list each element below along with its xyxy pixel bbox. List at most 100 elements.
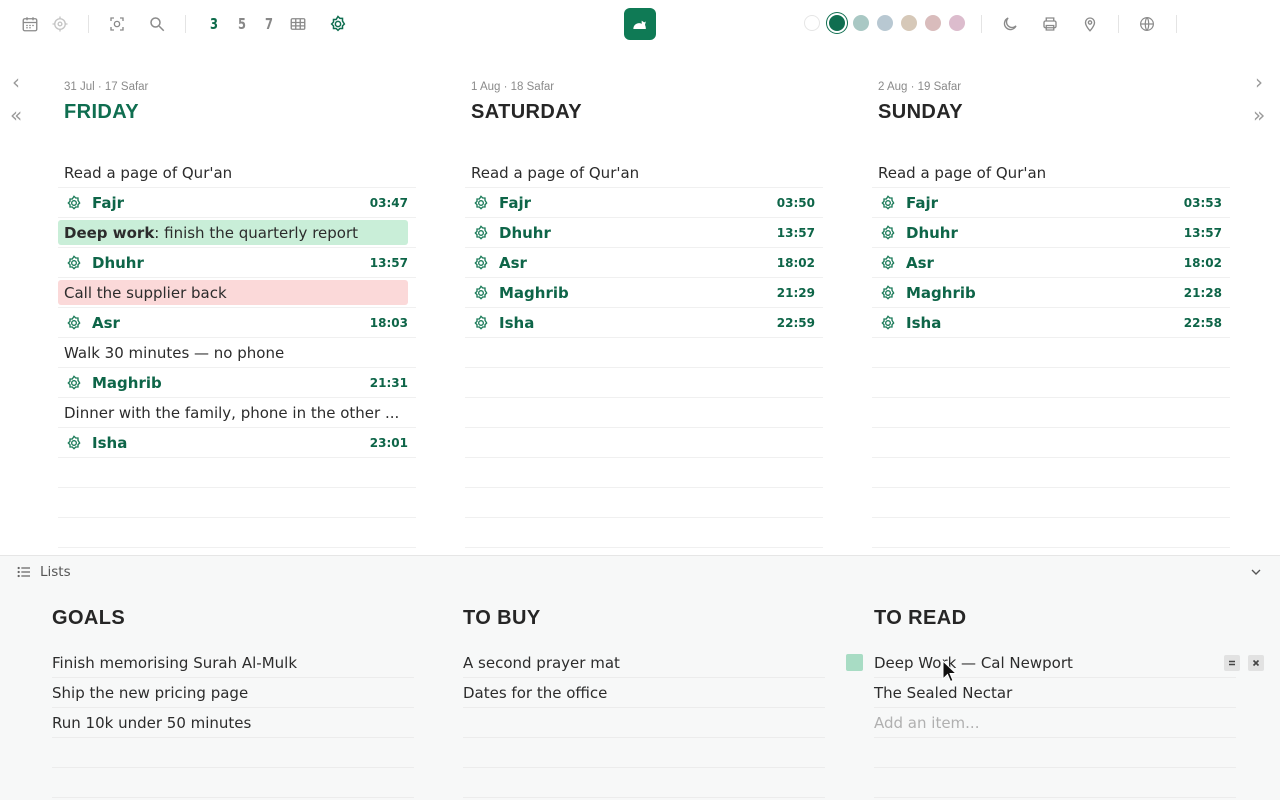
empty-row[interactable]	[465, 518, 823, 548]
note-row[interactable]: Call the supplier back	[58, 278, 416, 308]
list-item[interactable]: A second prayer mat	[463, 648, 825, 678]
empty-row[interactable]	[58, 488, 416, 518]
prayer-row[interactable]: Isha 23:01	[58, 428, 416, 458]
color-swatch-pink[interactable]	[949, 15, 965, 31]
lists-header[interactable]: Lists	[16, 562, 71, 582]
prayer-row[interactable]: Fajr 03:53	[872, 188, 1230, 218]
empty-list-row[interactable]	[874, 768, 1236, 798]
empty-row[interactable]	[872, 338, 1230, 368]
note-row[interactable]: Read a page of Qur'an	[58, 158, 416, 188]
add-item-input[interactable]: Add an item...	[874, 708, 1236, 738]
empty-row[interactable]	[872, 368, 1230, 398]
empty-row[interactable]	[872, 458, 1230, 488]
next-day-icon[interactable]: ›	[1255, 72, 1263, 92]
prayer-time: 03:53	[1183, 195, 1222, 210]
prayer-row[interactable]: Maghrib 21:28	[872, 278, 1230, 308]
note-row[interactable]: Read a page of Qur'an	[465, 158, 823, 188]
note-row[interactable]: Deep work: finish the quarterly report	[58, 218, 416, 248]
prayer-row[interactable]: Isha 22:59	[465, 308, 823, 338]
prayer-row[interactable]: Isha 22:58	[872, 308, 1230, 338]
view-5-days[interactable]: 5	[235, 12, 249, 36]
list-title[interactable]: GOALS	[52, 603, 414, 633]
app-logo[interactable]	[624, 8, 656, 40]
list-item[interactable]: Dates for the office	[463, 678, 825, 708]
prayer-row[interactable]: Fajr 03:50	[465, 188, 823, 218]
day-column-sunday: 2 Aug · 19 Safar SUNDAY Read a page of Q…	[872, 78, 1230, 548]
color-swatch-green[interactable]	[829, 15, 845, 31]
empty-row[interactable]	[465, 428, 823, 458]
prev-day-icon[interactable]: ‹	[12, 72, 20, 92]
note-row[interactable]: Walk 30 minutes — no phone	[58, 338, 416, 368]
empty-row[interactable]	[465, 368, 823, 398]
prayer-row[interactable]: Asr 18:02	[872, 248, 1230, 278]
day-title[interactable]: FRIDAY	[58, 96, 416, 128]
prayer-row[interactable]: Asr 18:03	[58, 308, 416, 338]
prayer-row[interactable]: Dhuhr 13:57	[465, 218, 823, 248]
day-title[interactable]: SATURDAY	[465, 96, 823, 128]
prayer-icon	[880, 224, 896, 241]
empty-list-row[interactable]	[52, 738, 414, 768]
prayer-name: Dhuhr	[499, 223, 551, 242]
empty-row[interactable]	[58, 518, 416, 548]
color-swatch-white[interactable]	[804, 15, 820, 31]
target-icon[interactable]	[48, 12, 72, 36]
note-text: Read a page of Qur'an	[64, 163, 233, 182]
note-content: Read a page of Qur'an	[471, 158, 823, 187]
color-swatch-rose[interactable]	[925, 15, 941, 31]
empty-row[interactable]	[58, 458, 416, 488]
globe-icon[interactable]	[1135, 12, 1159, 36]
empty-row[interactable]	[872, 398, 1230, 428]
prayer-row[interactable]: Fajr 03:47	[58, 188, 416, 218]
scan-icon[interactable]	[105, 12, 129, 36]
list-item[interactable]: Ship the new pricing page	[52, 678, 414, 708]
note-content: Dinner with the family, phone in the oth…	[64, 398, 416, 427]
search-icon[interactable]	[145, 12, 169, 36]
empty-list-row[interactable]	[463, 738, 825, 768]
empty-row[interactable]	[872, 428, 1230, 458]
list-item[interactable]: Finish memorising Surah Al-Mulk	[52, 648, 414, 678]
chevron-down-icon[interactable]	[1248, 564, 1264, 580]
prayer-row[interactable]: Dhuhr 13:57	[872, 218, 1230, 248]
empty-row[interactable]	[872, 518, 1230, 548]
list-item-text: Deep Work — Cal Newport	[874, 653, 1073, 672]
next-week-icon[interactable]: »	[1253, 105, 1265, 125]
empty-list-row[interactable]	[874, 738, 1236, 768]
prayer-row[interactable]: Maghrib 21:29	[465, 278, 823, 308]
notes-icon[interactable]	[1224, 655, 1240, 671]
prayer-row[interactable]: Asr 18:02	[465, 248, 823, 278]
note-row[interactable]: Read a page of Qur'an	[872, 158, 1230, 188]
prev-week-icon[interactable]: «	[10, 105, 22, 125]
grid-icon[interactable]	[286, 12, 310, 36]
close-icon[interactable]	[1248, 655, 1264, 671]
list-title[interactable]: TO BUY	[463, 603, 825, 633]
printer-icon[interactable]	[1038, 12, 1062, 36]
calendar-icon[interactable]	[18, 12, 42, 36]
location-pin-icon[interactable]	[1078, 12, 1102, 36]
list-item[interactable]: The Sealed Nectar	[874, 678, 1236, 708]
view-7-days[interactable]: 7	[262, 12, 276, 36]
day-title[interactable]: SUNDAY	[872, 96, 1230, 128]
list-title[interactable]: TO READ	[874, 603, 1236, 633]
moon-icon[interactable]	[998, 12, 1022, 36]
color-swatch-sage[interactable]	[853, 15, 869, 31]
view-3-days[interactable]: 3	[207, 12, 221, 36]
empty-list-row[interactable]	[52, 768, 414, 798]
empty-row[interactable]	[465, 458, 823, 488]
item-checkbox[interactable]	[846, 654, 863, 671]
note-text: Call the supplier back	[64, 283, 227, 302]
color-swatch-sand[interactable]	[901, 15, 917, 31]
empty-list-row[interactable]	[463, 768, 825, 798]
empty-row[interactable]	[465, 398, 823, 428]
prayer-icon[interactable]	[326, 12, 350, 36]
list-item[interactable]: Run 10k under 50 minutes	[52, 708, 414, 738]
color-swatch-blue[interactable]	[877, 15, 893, 31]
empty-list-row[interactable]	[463, 708, 825, 738]
note-row[interactable]: Dinner with the family, phone in the oth…	[58, 398, 416, 428]
empty-row[interactable]	[872, 488, 1230, 518]
prayer-row[interactable]: Dhuhr 13:57	[58, 248, 416, 278]
empty-row[interactable]	[465, 488, 823, 518]
empty-row[interactable]	[465, 338, 823, 368]
prayer-row[interactable]: Maghrib 21:31	[58, 368, 416, 398]
list-item[interactable]: Deep Work — Cal Newport	[846, 648, 1264, 678]
prayer-icon	[473, 224, 489, 241]
